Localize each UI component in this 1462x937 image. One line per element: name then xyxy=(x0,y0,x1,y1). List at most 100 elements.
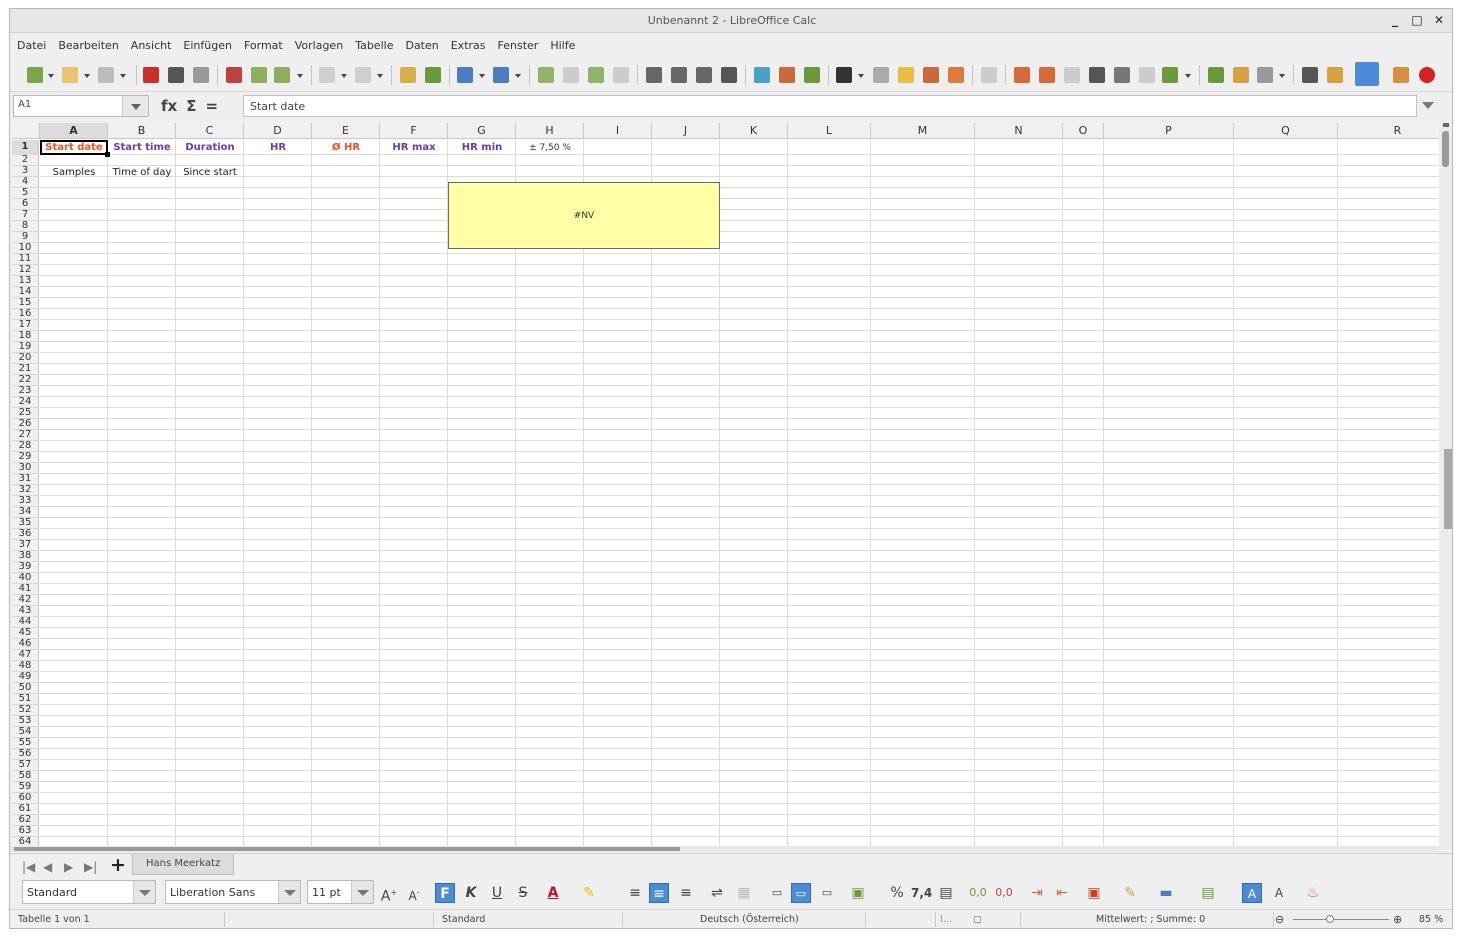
shrink-font-icon[interactable]: A- xyxy=(404,883,424,903)
font-size-combo[interactable]: 11 pt xyxy=(307,880,374,904)
zoom-slider-knob[interactable] xyxy=(1326,915,1334,923)
date-format-icon[interactable]: ▤ xyxy=(936,883,956,903)
add-decimal-icon[interactable]: 0,0 xyxy=(968,883,988,903)
row-header-33[interactable]: 33 xyxy=(12,496,39,507)
next-sheet-icon[interactable]: ▶ xyxy=(64,860,73,874)
row-header-6[interactable]: 6 xyxy=(12,199,39,210)
row-header-3[interactable]: 3 xyxy=(12,166,39,177)
row-header-49[interactable]: 49 xyxy=(12,672,39,683)
print-preview-icon[interactable] xyxy=(193,67,209,83)
language[interactable]: Deutsch (Österreich) xyxy=(700,914,799,925)
insert-cells-icon[interactable] xyxy=(588,67,604,83)
currency-icon[interactable]: ▣ xyxy=(848,883,868,903)
maximize-icon[interactable]: □ xyxy=(1408,11,1426,29)
trace-icon[interactable] xyxy=(1233,67,1249,83)
column-icon[interactable] xyxy=(493,67,509,83)
bold-button[interactable]: F xyxy=(435,883,455,903)
column-header-e[interactable]: E xyxy=(312,123,380,139)
cell-d1[interactable]: HR xyxy=(244,141,312,155)
menu-bearbeiten[interactable]: Bearbeiten xyxy=(58,39,118,52)
increase-indent-icon[interactable]: ⇥ xyxy=(1027,883,1047,903)
export-pdf-icon[interactable] xyxy=(143,67,159,83)
edit-print-range-icon[interactable] xyxy=(1114,67,1130,83)
row-header-53[interactable]: 53 xyxy=(12,716,39,727)
close-icon[interactable]: ✕ xyxy=(1430,11,1448,29)
italic-button[interactable]: K xyxy=(461,883,481,903)
borders-icon[interactable]: ▣ xyxy=(1084,883,1104,903)
draw-icon[interactable] xyxy=(1327,67,1343,83)
align-center-icon[interactable]: ≡ xyxy=(649,883,669,903)
print-icon[interactable] xyxy=(168,67,184,83)
row-header-17[interactable]: 17 xyxy=(12,320,39,331)
horizontal-scrollbar[interactable] xyxy=(10,846,1439,852)
row-header-4[interactable]: 4 xyxy=(12,177,39,188)
align-top-icon[interactable]: ▭ xyxy=(767,883,787,903)
align-left-icon[interactable]: ≡ xyxy=(625,883,645,903)
minimize-icon[interactable]: _ xyxy=(1386,11,1404,29)
column-header-c[interactable]: C xyxy=(176,123,244,139)
column-header-f[interactable]: F xyxy=(380,123,448,139)
cell-a3[interactable]: Samples xyxy=(40,168,108,178)
delete-cells-icon[interactable] xyxy=(613,67,629,83)
show-grid-icon[interactable] xyxy=(1139,67,1155,83)
font-name-combo[interactable]: Liberation Sans xyxy=(165,880,301,904)
highlight-color-icon[interactable]: ✎ xyxy=(579,883,599,903)
row-header-5[interactable]: 5 xyxy=(12,188,39,199)
find-replace-icon[interactable] xyxy=(400,67,416,83)
clear-format-icon[interactable]: ♨ xyxy=(1303,883,1323,903)
cell-c3[interactable]: Since start xyxy=(176,168,244,178)
row-header-28[interactable]: 28 xyxy=(12,441,39,452)
define-print-area-icon[interactable] xyxy=(948,67,964,83)
wrap-text-icon[interactable]: ⇌ xyxy=(707,883,727,903)
merge-center-icon[interactable]: ▦ xyxy=(734,883,754,903)
redo-icon[interactable] xyxy=(355,67,371,83)
zoom-level[interactable]: 85 % xyxy=(1419,914,1443,925)
row-header-18[interactable]: 18 xyxy=(12,331,39,342)
sort-icon[interactable] xyxy=(646,67,662,83)
paragraph-style-combo[interactable]: Standard xyxy=(22,880,156,904)
row-header-42[interactable]: 42 xyxy=(12,595,39,606)
column-header-i[interactable]: I xyxy=(584,123,652,139)
spreadsheet-grid[interactable]: A B C D E F G H I J K L M N O P Q R 1 2 3 4 5 6 7 8 9 10 11 12 13 14 15 1… xyxy=(12,123,1439,849)
cell-b3[interactable]: Time of day xyxy=(108,168,176,178)
font-color-icon[interactable]: A xyxy=(543,883,563,903)
zoom-in-icon[interactable]: ⊕ xyxy=(1393,913,1402,926)
prev-sheet-icon[interactable]: ◀ xyxy=(43,860,52,874)
row-header-27[interactable]: 27 xyxy=(12,430,39,441)
delete-decimal-icon[interactable]: 0,0 xyxy=(994,883,1014,903)
column-header-q[interactable]: Q xyxy=(1234,123,1338,139)
cell-h1[interactable]: ± 7,50 % xyxy=(516,141,584,155)
cell-b1[interactable]: Start time xyxy=(108,141,176,155)
column-header-n[interactable]: N xyxy=(975,123,1063,139)
expand-formula-bar-icon[interactable] xyxy=(1422,102,1434,109)
row-header-43[interactable]: 43 xyxy=(12,606,39,617)
formula-icon[interactable] xyxy=(1302,67,1318,83)
print-range-icon[interactable] xyxy=(1089,67,1105,83)
row-header-21[interactable]: 21 xyxy=(12,364,39,375)
row-header-11[interactable]: 11 xyxy=(12,254,39,265)
formula-input[interactable]: Start date xyxy=(243,95,1417,117)
function-wizard-icon[interactable]: fx xyxy=(161,97,177,115)
row-header-34[interactable]: 34 xyxy=(12,507,39,518)
vertical-scroll-thumb[interactable] xyxy=(1442,131,1449,167)
menu-hilfe[interactable]: Hilfe xyxy=(550,39,575,52)
sheet-tab-hans-meerkatz[interactable]: Hans Meerkatz xyxy=(132,854,235,875)
paste-icon[interactable] xyxy=(274,67,290,83)
page-style[interactable]: Standard xyxy=(442,914,485,925)
row-header-12[interactable]: 12 xyxy=(12,265,39,276)
row-header-38[interactable]: 38 xyxy=(12,551,39,562)
comment-icon[interactable] xyxy=(898,67,914,83)
insert-rows-icon[interactable] xyxy=(1014,67,1030,83)
row-header-45[interactable]: 45 xyxy=(12,628,39,639)
align-middle-icon[interactable]: ▭ xyxy=(791,883,811,903)
gear-icon[interactable] xyxy=(1257,67,1273,83)
sidebar-handle[interactable] xyxy=(1444,449,1452,529)
insert-columns-icon[interactable] xyxy=(1039,67,1055,83)
row-header-20[interactable]: 20 xyxy=(12,353,39,364)
hyperlink-icon[interactable] xyxy=(873,67,889,83)
row-header-7[interactable]: 7 xyxy=(12,210,39,221)
add-sheet-button[interactable]: + xyxy=(110,854,126,876)
sidebar-toggle-icon[interactable] xyxy=(1355,62,1379,86)
new-document-icon[interactable] xyxy=(27,67,43,83)
row-header-36[interactable]: 36 xyxy=(12,529,39,540)
